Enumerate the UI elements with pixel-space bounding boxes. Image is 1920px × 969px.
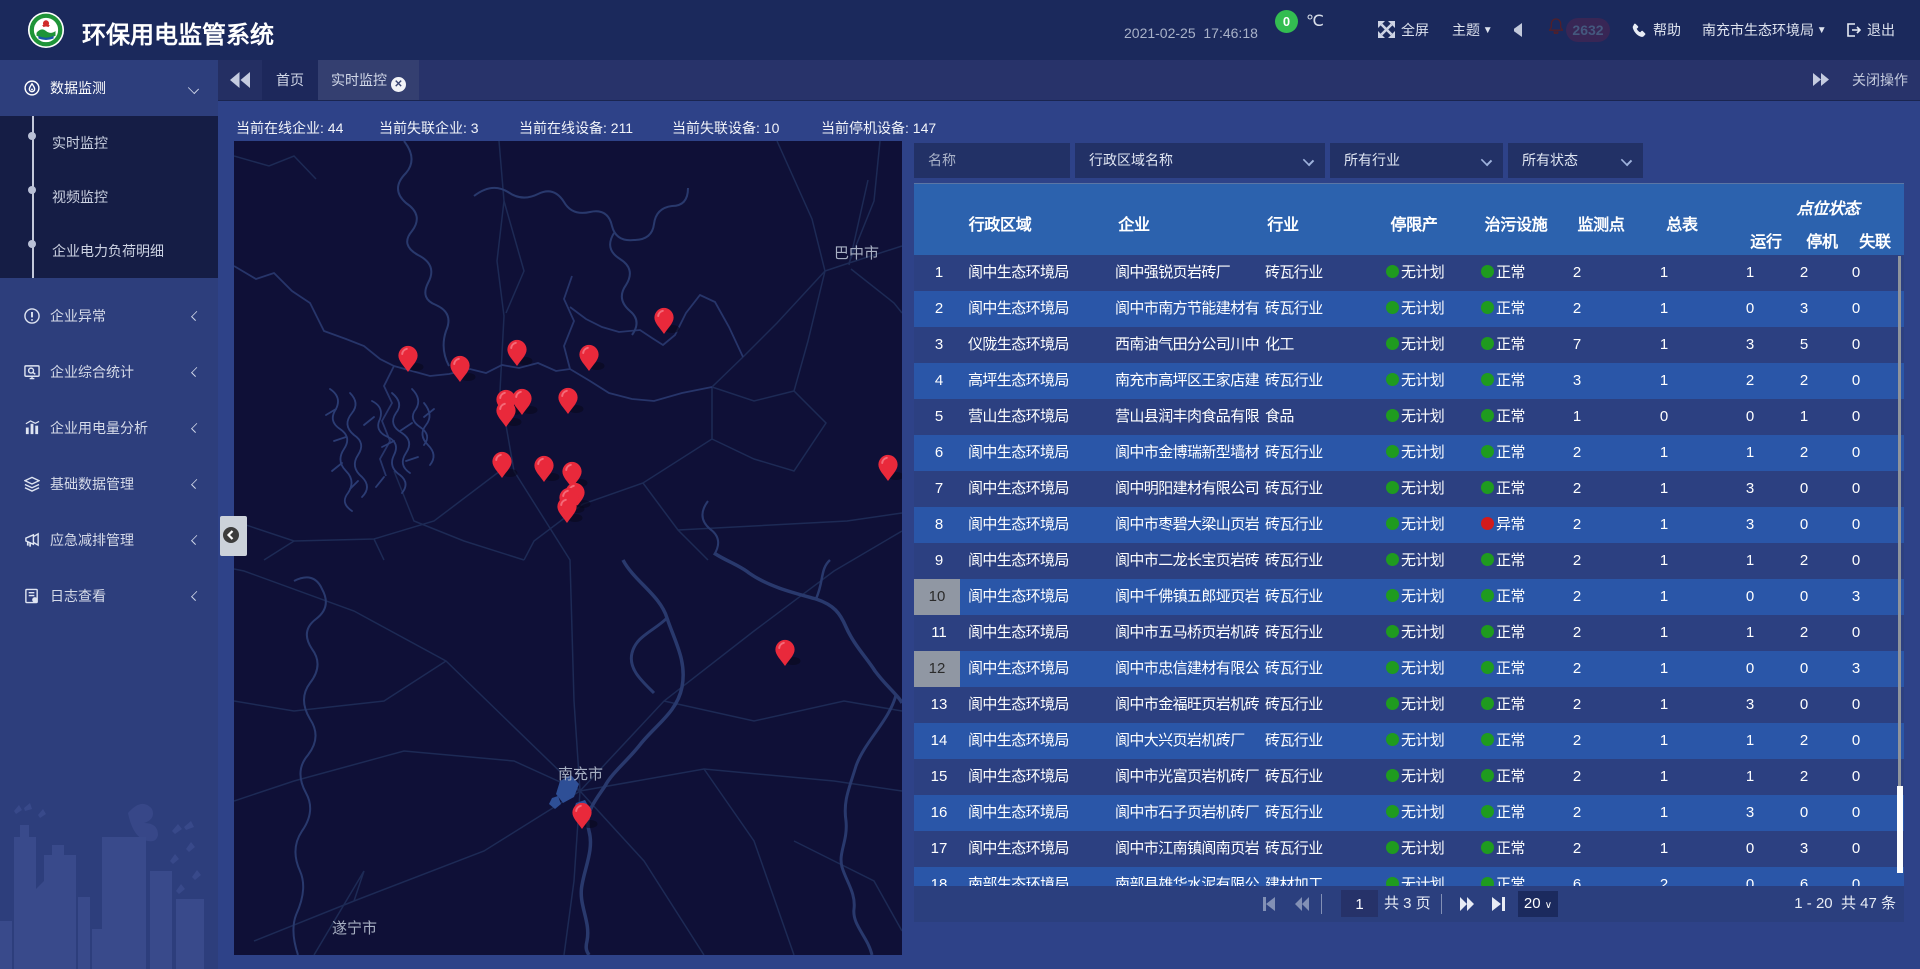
- svg-text:遂宁市: 遂宁市: [332, 920, 377, 937]
- svg-text:巴中市: 巴中市: [834, 245, 879, 262]
- svg-text:南充市: 南充市: [558, 766, 603, 783]
